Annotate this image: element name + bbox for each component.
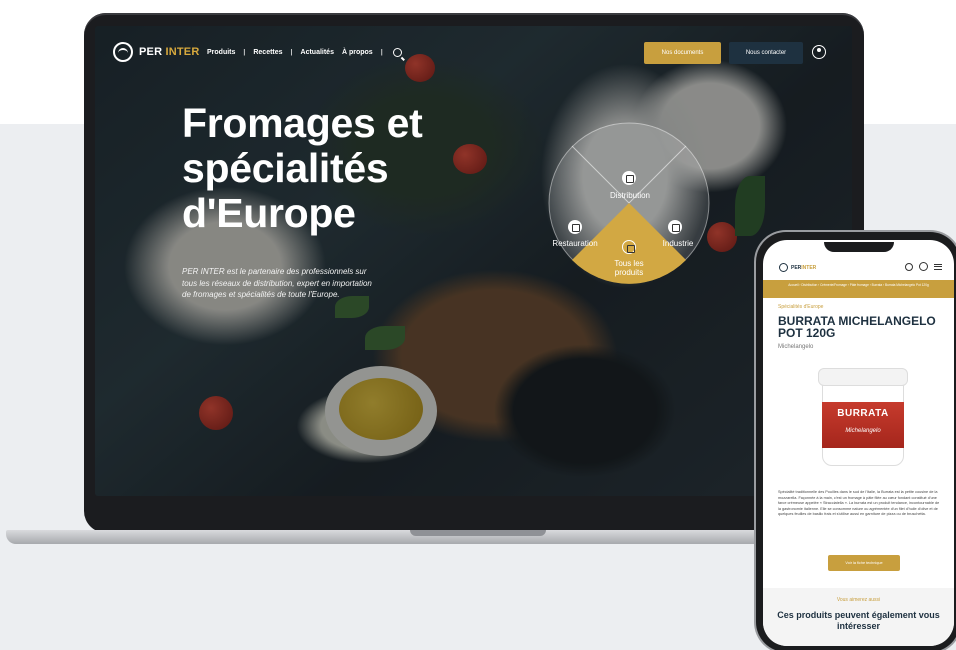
segment-wheel: Distribution Restauration Industrie Tous… (547, 121, 711, 285)
documents-button[interactable]: Nos documents (644, 42, 721, 64)
search-icon[interactable] (905, 262, 913, 271)
laptop-screen: PER INTER Produits | Recettes | Actualit… (95, 26, 852, 496)
showcase-stage: PER INTER Produits | Recettes | Actualit… (0, 0, 956, 650)
wheel-label-tous-les-produits[interactable]: Tous les produits (599, 259, 659, 277)
search-icon[interactable] (392, 48, 402, 57)
nav-separator: | (290, 49, 293, 56)
contact-button[interactable]: Nous contacter (729, 42, 803, 64)
restauration-icon (568, 220, 582, 234)
hero-title-line: d'Europe (182, 190, 356, 236)
tous-produits-icon (622, 240, 636, 254)
wheel-label-restauration[interactable]: Restauration (543, 239, 607, 248)
logo-text: PER INTER (139, 46, 199, 58)
nav-link-actualites[interactable]: Actualités (301, 49, 334, 56)
site-header: PER INTER Produits | Recettes | Actualit… (95, 26, 852, 80)
site-logo[interactable]: PER INTER (113, 42, 199, 62)
wheel-label-distribution[interactable]: Distribution (595, 191, 665, 200)
distribution-icon (622, 171, 636, 185)
logo-text-per: PER (139, 46, 163, 58)
logo-text-inter: INTER (165, 46, 200, 58)
phone-header-icons (905, 262, 942, 271)
account-icon[interactable] (812, 45, 826, 59)
wheel-label-industrie[interactable]: Industrie (653, 239, 703, 248)
nav-link-recettes[interactable]: Recettes (253, 49, 282, 56)
hero-title-line: Fromages et (182, 100, 423, 146)
industrie-icon (668, 220, 682, 234)
nav-link-a-propos[interactable]: À propos (342, 49, 373, 56)
suggestions-label: Vous aimerez aussi (836, 597, 881, 603)
main-nav: Produits | Recettes | Actualités À propo… (207, 48, 402, 57)
wheel-label-line: Tous les (614, 259, 644, 268)
nav-separator: | (243, 49, 246, 56)
wheel-label-line: produits (614, 268, 644, 277)
screen-content: PER INTER Produits | Recettes | Actualit… (95, 26, 852, 496)
menu-icon[interactable] (934, 263, 942, 270)
hero-title: Fromages et spécialités d'Europe (182, 101, 423, 236)
logo-icon (113, 42, 133, 62)
suggestions-title: Ces produits peuvent également vous inté… (777, 610, 940, 631)
technical-sheet-button[interactable]: Voir la fiche technique (828, 555, 900, 571)
hero-description: PER INTER est le partenaire des professi… (182, 267, 372, 299)
nav-link-produits[interactable]: Produits (207, 49, 235, 56)
laptop-notch (410, 530, 546, 536)
nav-separator: | (380, 49, 383, 56)
hero-title-line: spécialités (182, 145, 389, 191)
account-icon[interactable] (919, 262, 928, 271)
